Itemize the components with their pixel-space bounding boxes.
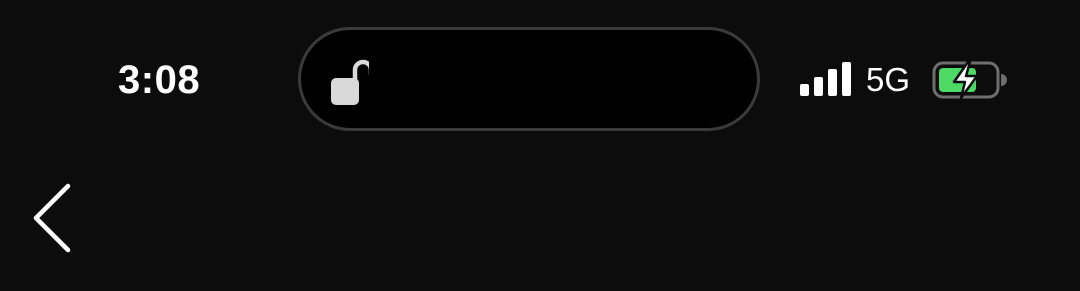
cellular-signal-icon <box>800 62 851 96</box>
status-time: 3:08 <box>118 58 201 102</box>
network-type-label: 5G <box>866 61 911 98</box>
lock-open-icon <box>331 59 369 105</box>
back-button[interactable] <box>22 178 86 258</box>
navigation-bar <box>0 160 1080 291</box>
battery-charging-icon <box>932 60 1007 100</box>
dynamic-island[interactable] <box>298 27 760 131</box>
chevron-left-icon <box>33 183 71 253</box>
status-bar: 3:08 5G <box>0 0 1080 160</box>
